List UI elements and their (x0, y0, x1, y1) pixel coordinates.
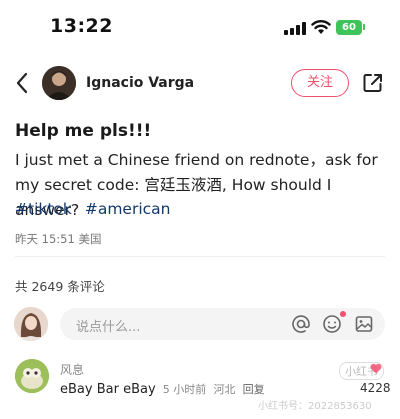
image-icon[interactable] (354, 314, 374, 334)
tag-tiktok[interactable]: #tiktok (15, 200, 72, 218)
battery-icon: 60 (336, 20, 362, 35)
reply-button[interactable]: 回复 (243, 383, 265, 396)
battery-tip (363, 24, 365, 30)
comment-location: 河北 (213, 383, 236, 396)
signal-icon (284, 22, 306, 35)
follow-button[interactable]: 关注 (291, 69, 349, 97)
note-detail-page: 13:22 60 Ignacio Varga 关注 Help me pls!!!… (0, 0, 400, 419)
note-header: Ignacio Varga 关注 (0, 60, 400, 108)
note-title: Help me pls!!! (15, 121, 152, 141)
share-icon[interactable] (362, 72, 384, 94)
comment-input[interactable]: 说点什么... (60, 308, 385, 340)
notification-dot (340, 311, 346, 317)
status-time: 13:22 (50, 15, 113, 37)
note-tags: #tiktok #american (15, 197, 178, 222)
comment-author[interactable]: 风息 (60, 361, 84, 378)
chevron-left-icon[interactable] (14, 71, 32, 95)
comment-text-row: eBay Bar eBay 5 小时前 河北 回复 (60, 381, 265, 397)
at-icon[interactable] (291, 314, 311, 334)
like-count: 4228 (360, 381, 391, 395)
wifi-icon (311, 20, 331, 34)
tag-american[interactable]: #american (85, 200, 171, 218)
comment-time: 5 小时前 (162, 383, 207, 396)
comment-count: 共 2649 条评论 (15, 279, 105, 294)
comment-avatar[interactable] (15, 359, 49, 393)
emoji-icon[interactable] (322, 314, 342, 334)
status-bar: 13:22 60 (0, 0, 400, 56)
comment-placeholder: 说点什么... (76, 320, 141, 335)
author-avatar[interactable] (42, 66, 76, 100)
author-name[interactable]: Ignacio Varga (86, 75, 194, 91)
heart-icon[interactable] (370, 363, 382, 374)
comment-text: eBay Bar eBay (60, 382, 156, 397)
my-avatar[interactable] (14, 307, 48, 341)
divider (15, 256, 385, 257)
watermark-id: 小红书号：2022853630 (258, 401, 372, 412)
note-meta: 昨天 15:51 美国 (15, 232, 102, 246)
